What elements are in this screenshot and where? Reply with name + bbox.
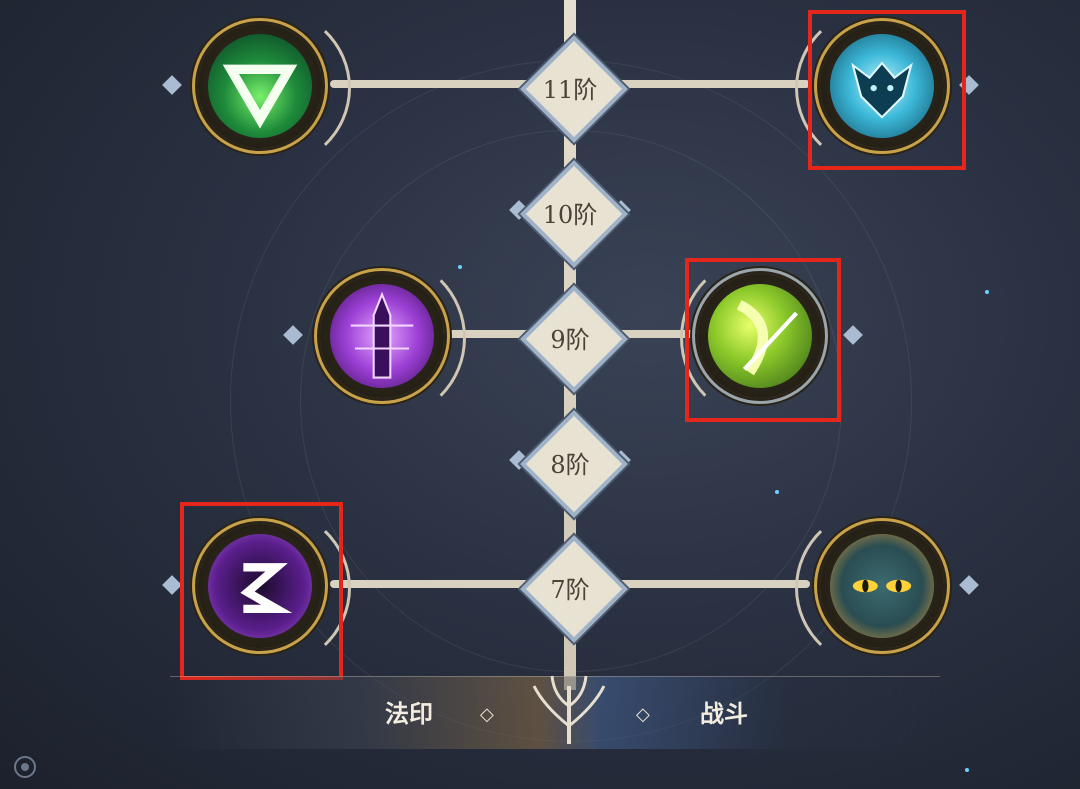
spark bbox=[985, 290, 989, 294]
skill-tree-screen: 11阶 10阶 9阶 8阶 7阶 法印 ◇ ◇ 战斗 bbox=[0, 0, 1080, 789]
blade-icon bbox=[350, 291, 414, 379]
tier-9-label: 9阶 bbox=[550, 326, 590, 354]
tier-8-label: 8阶 bbox=[550, 451, 590, 479]
highlight-box bbox=[685, 258, 841, 422]
cat-eyes-skill-button[interactable] bbox=[820, 524, 944, 648]
cat-eyes-icon bbox=[852, 579, 912, 593]
left-tab-arrow-icon[interactable]: ◇ bbox=[480, 704, 494, 725]
tier-11-label: 11阶 bbox=[542, 76, 598, 104]
purple-blade-skill-button[interactable] bbox=[320, 274, 444, 398]
triangle-sign-skill-button[interactable] bbox=[198, 24, 322, 148]
highlight-box bbox=[180, 502, 343, 680]
tab-combat[interactable]: 战斗 bbox=[700, 694, 748, 729]
spark bbox=[458, 265, 462, 269]
tab-signs[interactable]: 法印 bbox=[385, 694, 433, 729]
highlight-box bbox=[808, 10, 966, 170]
tree-emblem-icon bbox=[532, 675, 606, 744]
spark bbox=[775, 490, 779, 494]
spark bbox=[965, 768, 969, 772]
tier-10-label: 10阶 bbox=[542, 201, 598, 229]
triangle-sign-icon bbox=[222, 64, 298, 129]
corner-leaf-icon bbox=[14, 756, 36, 778]
tier-7-label: 7阶 bbox=[550, 576, 590, 604]
right-tab-arrow-icon[interactable]: ◇ bbox=[636, 704, 650, 725]
